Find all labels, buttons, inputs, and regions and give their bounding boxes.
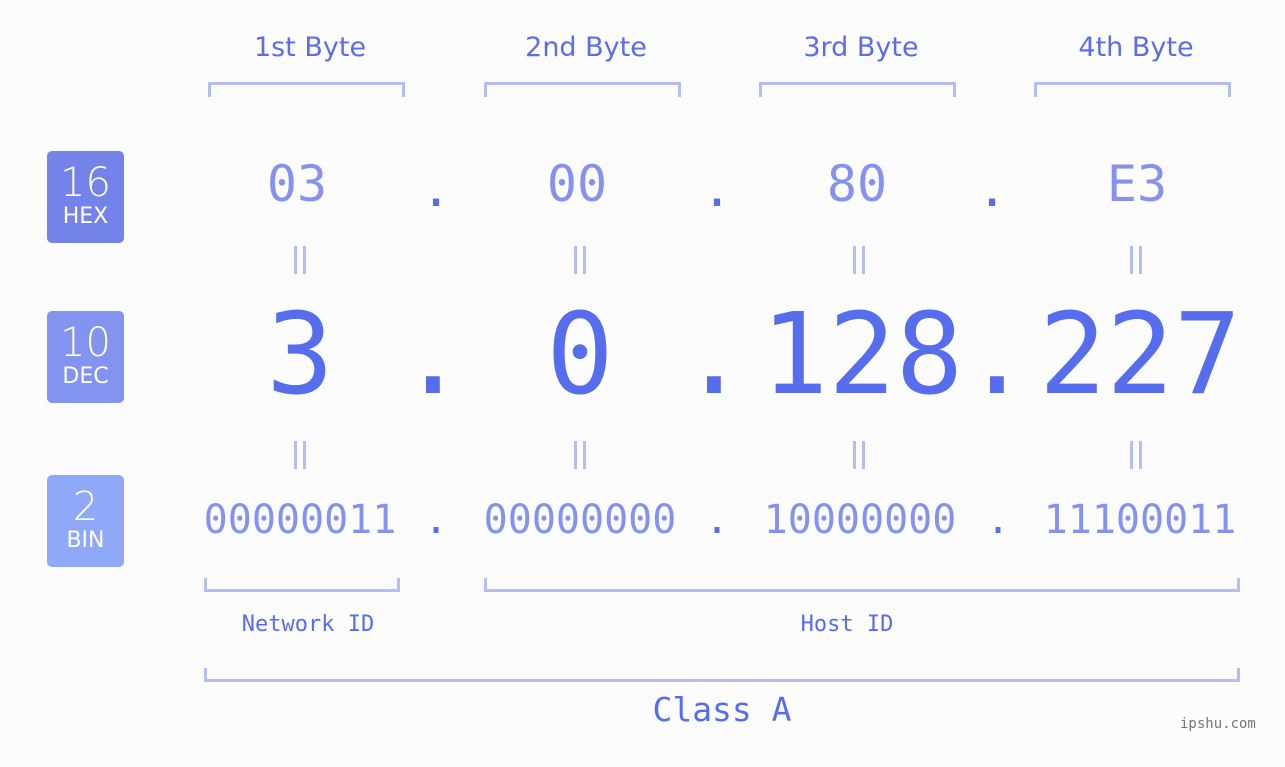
hex-separator: . [420,160,452,218]
dec-byte-2: 0 [546,290,614,420]
byte-bracket-1 [208,82,405,97]
hex-byte-4: E3 [1106,155,1168,213]
byte-header-1: 1st Byte [253,32,367,63]
hex-base-label: HEX [62,204,109,229]
equals-icon [280,441,320,473]
equals-icon [1116,246,1156,278]
bin-separator: . [985,497,1011,543]
hex-byte-2: 00 [546,155,608,213]
dec-base-label: DEC [62,364,109,389]
bin-base-number: 2 [72,484,99,530]
network-bracket [204,578,400,592]
equals-icon [839,441,879,473]
byte-bracket-2 [484,82,681,97]
class-label: Class A [652,690,792,729]
bin-byte-1: 00000011 [203,497,397,543]
dec-separator: . [680,290,748,420]
bin-base-label: BIN [66,528,105,553]
equals-icon [560,441,600,473]
hex-base-number: 16 [60,160,111,206]
byte-header-2: 2nd Byte [525,32,647,63]
byte-bracket-4 [1034,82,1231,97]
dec-base-number: 10 [60,320,111,366]
bin-separator: . [704,497,730,543]
dec-separator: . [963,290,1031,420]
hex-byte-3: 80 [826,155,888,213]
class-bracket [204,668,1240,682]
dec-separator: . [399,290,467,420]
bin-byte-4: 11100011 [1043,497,1237,543]
equals-icon [839,246,879,278]
bin-byte-2: 00000000 [483,497,677,543]
byte-bracket-3 [759,82,956,97]
equals-icon [1116,441,1156,473]
equals-icon [280,246,320,278]
hex-badge: 16 HEX [47,151,124,243]
dec-byte-1: 3 [266,290,334,420]
hex-separator: . [701,160,733,218]
hex-byte-1: 03 [266,155,328,213]
bin-separator: . [423,497,449,543]
byte-header-4: 4th Byte [1078,32,1194,63]
watermark: ipshu.com [1180,716,1256,732]
bin-badge: 2 BIN [47,475,124,567]
equals-icon [560,246,600,278]
dec-badge: 10 DEC [47,311,124,403]
network-id-label: Network ID [241,612,375,637]
host-bracket [484,578,1240,592]
dec-byte-4: 227 [1038,290,1242,420]
host-id-label: Host ID [800,612,894,637]
bin-byte-3: 10000000 [763,497,957,543]
byte-header-3: 3rd Byte [803,32,919,63]
dec-byte-3: 128 [760,290,964,420]
hex-separator: . [976,160,1008,218]
